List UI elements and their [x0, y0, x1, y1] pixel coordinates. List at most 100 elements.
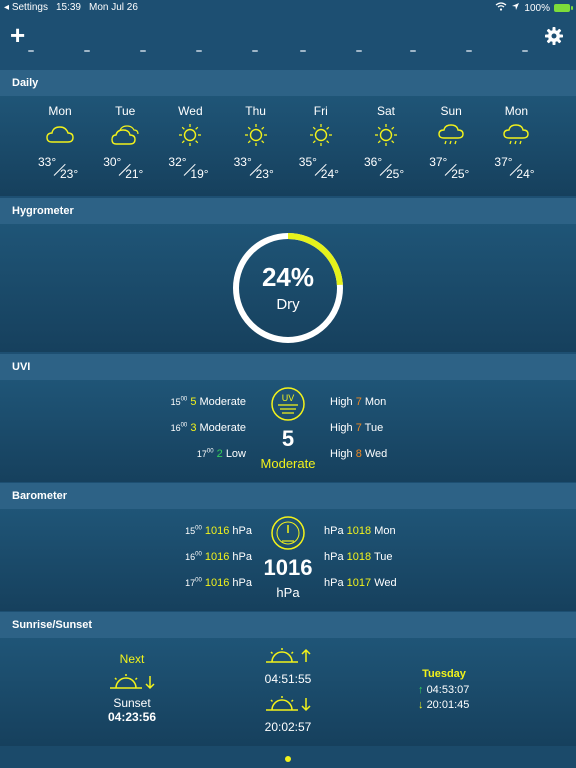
hour: 16 [170, 423, 181, 433]
uvi-current-label: Moderate [260, 456, 316, 471]
uvi-daily-row: High 8 Wed [330, 448, 387, 460]
section-header-daily: Daily [0, 70, 576, 96]
sunrise-icon [266, 648, 311, 663]
uvi-day: Tue [364, 422, 384, 434]
daily-temps: 33° 23° [226, 155, 286, 183]
daily-forecast-item[interactable]: Wed 32° 19° [160, 104, 220, 183]
sunset-icon [110, 674, 155, 690]
pressure-day: Wed [374, 577, 397, 589]
minute: 00 [195, 525, 202, 532]
uv-icon: UV [271, 387, 305, 421]
pressure-day: Mon [374, 525, 396, 537]
daily-forecast-item[interactable]: Sun 37° 25° [421, 104, 481, 183]
battery-percent: 100% [524, 2, 550, 14]
pressure-value: 1018 [346, 525, 372, 537]
battery-icon [554, 4, 573, 12]
barometer-icon [271, 516, 305, 550]
pressure-unit: hPa [324, 551, 344, 563]
tomorrow-label: Tuesday [422, 668, 466, 680]
status-date: Mon Jul 26 [88, 2, 138, 13]
uvi-hourly-row: 1500 5 Moderate [171, 396, 246, 408]
minute: 00 [195, 551, 202, 558]
uvi-high-label: High [330, 396, 353, 408]
pressure-value: 1016 [204, 551, 230, 563]
daily-low: 25° [386, 167, 405, 181]
uvi-current-value: 5 [281, 426, 295, 451]
pressure-value: 1016 [204, 525, 230, 537]
daily-forecast-item[interactable]: Sat 36° 25° [356, 104, 416, 183]
uvi-label: Moderate [199, 422, 246, 434]
uvi-high-label: High [330, 422, 353, 434]
daily-forecast-item[interactable]: Tue 30° 21° [95, 104, 155, 183]
daily-low: 19° [190, 167, 209, 181]
gear-icon[interactable] [544, 26, 564, 46]
daily-temps: 35° 24° [291, 155, 351, 183]
barometer-daily-row: hPa 1017 Wed [324, 577, 397, 589]
uvi-value: 2 [216, 448, 223, 460]
cloud-icon [30, 118, 90, 151]
daily-forecast-item[interactable]: Thu 33° 23° [226, 104, 286, 183]
sun-icon [160, 118, 220, 151]
hourly-strip-remnant [0, 50, 576, 62]
uvi-high-label: High [330, 448, 353, 460]
daily-forecast-item[interactable]: Mon 37° 24° [486, 104, 546, 183]
daily-low: 24° [320, 167, 339, 181]
sunrise-time: 04:51:55 [264, 672, 312, 686]
rain-cloud-icon [486, 118, 546, 151]
section-header-uvi: UVI [0, 354, 576, 380]
clouds-icon [95, 118, 155, 151]
hygrometer-panel: 24% Dry [0, 224, 576, 352]
uvi-label: Low [225, 448, 246, 460]
page-dot[interactable] [285, 756, 291, 762]
pressure-value: 1018 [346, 551, 372, 563]
pressure-value: 1017 [346, 577, 372, 589]
barometer-daily-row: hPa 1018 Tue [324, 551, 393, 563]
add-location-button[interactable]: + [10, 22, 25, 48]
daily-high: 33° [38, 155, 57, 169]
location-icon [511, 2, 520, 14]
barometer-hourly-row: 1500 1016 hPa [185, 525, 252, 537]
uvi-hourly-row: 1600 3 Moderate [171, 422, 246, 434]
sunset-time: 20:02:57 [264, 720, 312, 734]
daily-day-name: Thu [245, 104, 266, 118]
daily-temps: 37° 25° [421, 155, 481, 183]
daily-day-name: Tue [115, 104, 136, 118]
barometer-hourly-row: 1600 1016 hPa [185, 551, 252, 563]
tomorrow-sunrise: ↑ 04:53:07 [418, 684, 470, 696]
daily-high: 32° [168, 155, 187, 169]
uvi-day: Mon [364, 396, 387, 408]
daily-temps: 37° 24° [486, 155, 546, 183]
tomorrow-sunset: ↓ 20:01:45 [418, 699, 470, 711]
daily-high: 37° [429, 155, 448, 169]
daily-temps: 33° 23° [30, 155, 90, 183]
uvi-day: Wed [364, 448, 388, 460]
next-event: Sunset [113, 696, 151, 710]
daily-forecast-item[interactable]: Mon 33° 23° [30, 104, 90, 183]
back-to-settings[interactable]: ◂ Settings [4, 2, 48, 13]
arrow-up-icon: ↑ [418, 684, 424, 696]
hour: 15 [185, 526, 196, 536]
daily-forecast-item[interactable]: Fri 35° 24° [291, 104, 351, 183]
barometer-panel: 1500 1016 hPa 1600 1016 hPa 1700 1016 hPa … [0, 509, 576, 611]
daily-day-name: Sat [376, 104, 395, 118]
barometer-current-value: 1016 [263, 555, 313, 580]
svg-text:UV: UV [282, 393, 295, 403]
daily-panel: Mon 33° 23° Tue 30° 21° Wed 32° 19° Thu 33° 23° Fri 3… [0, 96, 576, 196]
daily-high: 37° [494, 155, 513, 169]
daily-day-name: Mon [48, 104, 72, 118]
wifi-icon [495, 2, 507, 14]
pressure-value: 1016 [204, 577, 230, 589]
uvi-high-value: 7 [355, 396, 362, 408]
daily-day-name: Wed [178, 104, 203, 118]
uvi-high-value: 8 [355, 448, 362, 460]
daily-high: 30° [103, 155, 122, 169]
daily-low: 23° [60, 167, 79, 181]
daily-low: 24° [516, 167, 535, 181]
barometer-current-unit: hPa [276, 585, 300, 600]
daily-high: 35° [298, 155, 317, 169]
uvi-value: 3 [190, 422, 197, 434]
barometer-hourly-row: 1700 1016 hPa [185, 577, 252, 589]
sun-icon [356, 118, 416, 151]
uvi-label: Moderate [199, 396, 246, 408]
pressure-day: Tue [373, 551, 393, 563]
